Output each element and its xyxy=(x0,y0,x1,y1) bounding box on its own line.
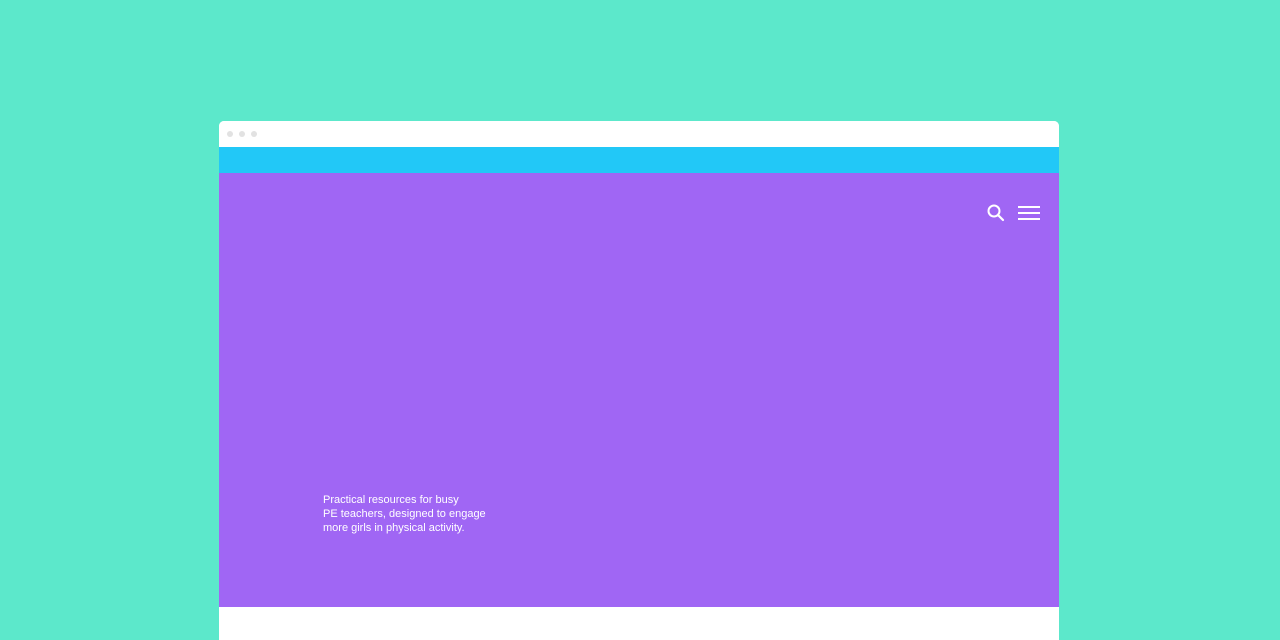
menu-button[interactable] xyxy=(1017,204,1041,222)
hamburger-menu-icon xyxy=(1018,206,1040,220)
hero-section: Practical resources for busy PE teachers… xyxy=(219,173,1059,607)
tagline-line: Practical resources for busy xyxy=(323,494,459,506)
content-area xyxy=(219,607,1059,640)
window-control-dot[interactable] xyxy=(227,131,233,137)
search-icon xyxy=(987,204,1005,222)
search-button[interactable] xyxy=(986,203,1006,223)
top-banner xyxy=(219,147,1059,173)
window-control-dot[interactable] xyxy=(239,131,245,137)
browser-window: Practical resources for busy PE teachers… xyxy=(219,121,1059,640)
window-titlebar xyxy=(219,121,1059,147)
hero-tagline: Practical resources for busy PE teachers… xyxy=(323,493,523,535)
window-control-dot[interactable] xyxy=(251,131,257,137)
tagline-line: more girls in physical activity. xyxy=(323,522,465,534)
tagline-line: PE teachers, designed to engage xyxy=(323,508,486,520)
